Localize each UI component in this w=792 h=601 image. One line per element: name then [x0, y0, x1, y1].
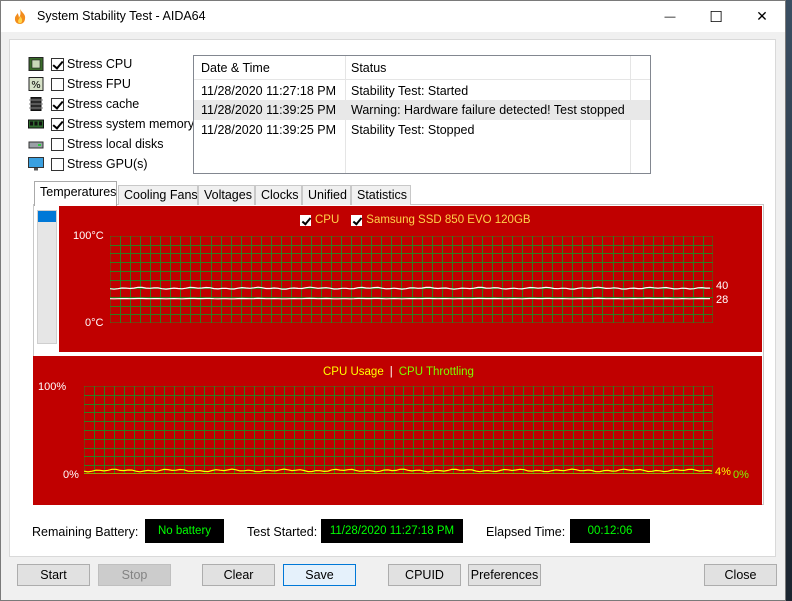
start-button[interactable]: Start — [17, 564, 90, 586]
save-button[interactable]: Save — [283, 564, 356, 586]
title-bar[interactable]: System Stability Test - AIDA64 — ☐ ✕ — [1, 1, 785, 32]
battery-value: No battery — [145, 519, 224, 543]
log-row-time: 11/28/2020 11:39:25 PM — [201, 123, 337, 137]
usage-axis-bottom-label: 0% — [63, 469, 79, 481]
battery-label: Remaining Battery: — [32, 525, 139, 539]
test-started-value: 11/28/2020 11:27:18 PM — [321, 519, 463, 543]
log-row[interactable]: 11/28/2020 11:39:25 PM Stability Test: S… — [194, 120, 650, 140]
maximize-icon: ☐ — [709, 8, 723, 26]
temperature-plot-area — [110, 236, 713, 323]
clear-button[interactable]: Clear — [202, 564, 275, 586]
cpu-usage-line — [84, 468, 713, 473]
stress-fpu-checkbox[interactable] — [51, 77, 64, 91]
log-header-status[interactable]: Status — [351, 61, 386, 75]
test-started-value-text: 11/28/2020 11:27:18 PM — [329, 525, 455, 537]
close-window-button[interactable]: ✕ — [739, 1, 785, 32]
legend-separator: | — [389, 366, 393, 378]
cpu-usage-graph: CPU Usage | CPU Throttling 100% 0% 4% 0% — [33, 356, 762, 505]
graph-scrollbar[interactable] — [37, 210, 57, 344]
minimize-icon: — — [664, 10, 676, 23]
event-log-list[interactable]: Date & Time Status 11/28/2020 11:27:18 P… — [193, 55, 651, 174]
battery-value-text: No battery — [157, 525, 212, 537]
log-row-status: Stability Test: Started — [351, 84, 469, 98]
main-panel: Stress CPU % Stress FPU Stress cache Str… — [9, 39, 776, 557]
log-header-datetime[interactable]: Date & Time — [201, 61, 270, 75]
stress-gpu-option[interactable]: Stress GPU(s) — [28, 155, 148, 173]
log-row-status: Stability Test: Stopped — [351, 123, 475, 137]
close-button[interactable]: Close — [704, 564, 777, 586]
legend-throttle-label: CPU Throttling — [398, 366, 474, 378]
log-row-time: 11/28/2020 11:39:25 PM — [201, 103, 337, 117]
minimize-button[interactable]: — — [647, 1, 693, 32]
legend-usage-label: CPU Usage — [323, 366, 384, 378]
stress-gpu-checkbox[interactable] — [51, 157, 64, 171]
elapsed-time-label: Elapsed Time: — [486, 525, 566, 539]
temperature-graph: CPU Samsung SSD 850 EVO 120GB 100°C 0°C … — [59, 206, 762, 352]
memory-module-icon — [28, 119, 44, 129]
stress-fpu-label: Stress FPU — [67, 77, 131, 91]
fpu-percent-icon: % — [28, 77, 44, 91]
log-header: Date & Time Status — [194, 56, 650, 80]
temp-axis-top-label: 100°C — [73, 230, 104, 242]
temp-axis-bottom-label: 0°C — [85, 317, 104, 329]
stress-cache-option[interactable]: Stress cache — [28, 95, 139, 113]
throttle-value: 0% — [733, 469, 749, 481]
legend-ssd-checkbox[interactable] — [351, 214, 363, 226]
stress-memory-checkbox[interactable] — [51, 117, 64, 131]
cpu-chip-icon — [28, 57, 44, 71]
elapsed-time-value: 00:12:06 — [570, 519, 650, 543]
tab-voltages[interactable]: Voltages — [198, 185, 255, 205]
cache-chip-icon — [29, 97, 43, 111]
tab-temperatures[interactable]: Temperatures — [34, 181, 117, 206]
usage-legend: CPU Usage | CPU Throttling — [323, 366, 474, 378]
tab-statistics[interactable]: Statistics — [351, 185, 411, 205]
window-title: System Stability Test - AIDA64 — [37, 9, 206, 23]
stress-cpu-checkbox[interactable] — [51, 57, 64, 71]
stress-memory-label: Stress system memory — [67, 117, 195, 131]
stop-button[interactable]: Stop — [98, 564, 171, 586]
legend-ssd-label: Samsung SSD 850 EVO 120GB — [366, 214, 531, 226]
stress-gpu-label: Stress GPU(s) — [67, 157, 148, 171]
tab-unified[interactable]: Unified — [302, 185, 351, 205]
temperature-legend: CPU Samsung SSD 850 EVO 120GB — [300, 214, 531, 226]
stress-cpu-label: Stress CPU — [67, 57, 133, 71]
test-started-label: Test Started: — [247, 525, 318, 539]
preferences-button[interactable]: Preferences — [468, 564, 541, 586]
legend-cpu-checkbox[interactable] — [300, 214, 311, 226]
usage-axis-top-label: 100% — [38, 381, 67, 393]
stress-cpu-option[interactable]: Stress CPU — [28, 55, 132, 73]
temp-ssd-value: 28 — [716, 293, 729, 306]
stress-fpu-option[interactable]: % Stress FPU — [28, 75, 131, 93]
log-row[interactable]: 11/28/2020 11:27:18 PM Stability Test: S… — [194, 81, 650, 101]
tab-cooling-fans[interactable]: Cooling Fans — [118, 185, 198, 205]
temp-cpu-value: 40 — [716, 280, 729, 293]
close-icon: ✕ — [756, 8, 768, 24]
tab-clocks[interactable]: Clocks — [255, 185, 302, 205]
stress-cache-checkbox[interactable] — [51, 97, 64, 111]
usage-plot-area — [84, 386, 713, 474]
usage-value: 4% — [715, 466, 731, 478]
log-row-status: Warning: Hardware failure detected! Test… — [351, 103, 625, 117]
aida64-flame-icon — [14, 9, 26, 24]
stress-disks-option[interactable]: Stress local disks — [28, 135, 164, 153]
stress-cache-label: Stress cache — [67, 97, 140, 111]
maximize-button[interactable]: ☐ — [693, 1, 739, 32]
disk-drive-icon — [28, 141, 44, 149]
stress-memory-option[interactable]: Stress system memory — [28, 115, 194, 133]
log-row[interactable]: 11/28/2020 11:39:25 PM Warning: Hardware… — [194, 100, 650, 120]
elapsed-time-value-text: 00:12:06 — [587, 525, 633, 537]
legend-cpu-label: CPU — [315, 214, 340, 226]
monitor-icon — [28, 157, 44, 171]
stress-disks-checkbox[interactable] — [51, 137, 64, 151]
graph-scrollbar-thumb[interactable] — [38, 211, 56, 222]
log-row-time: 11/28/2020 11:27:18 PM — [201, 84, 337, 98]
svg-text:%: % — [31, 80, 41, 91]
stress-disks-label: Stress local disks — [67, 137, 164, 151]
cpuid-button[interactable]: CPUID — [388, 564, 461, 586]
stability-test-window: System Stability Test - AIDA64 — ☐ ✕ Str… — [0, 0, 786, 601]
